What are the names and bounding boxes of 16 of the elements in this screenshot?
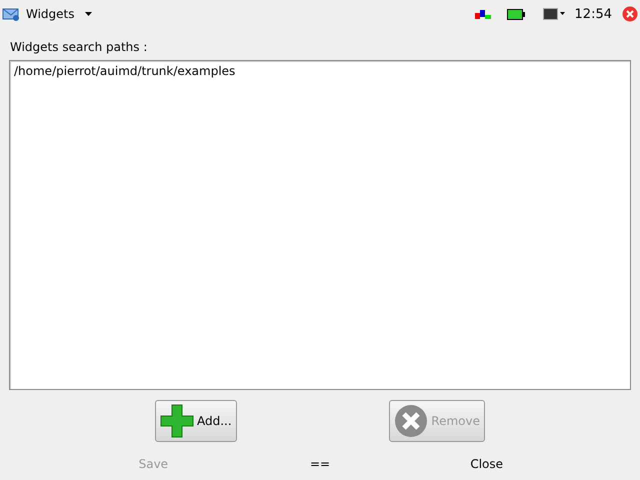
paths-label: Widgets search paths :	[10, 40, 148, 54]
clock: 12:54	[574, 6, 612, 22]
plus-icon	[160, 404, 194, 438]
close-icon[interactable]	[622, 6, 638, 22]
terminal-icon[interactable]	[542, 8, 565, 20]
add-button[interactable]: Add...	[155, 400, 237, 442]
dropdown-icon	[84, 12, 92, 16]
battery-icon	[506, 8, 525, 20]
app-menu[interactable]: Widgets	[2, 6, 92, 22]
envelope-icon	[2, 6, 20, 22]
close-icon	[394, 404, 428, 438]
softkey[interactable]: Close	[464, 456, 510, 472]
signal-icon	[474, 10, 491, 18]
softkey[interactable]: ==	[304, 456, 336, 472]
path-item[interactable]: /home/pierrot/auimd/trunk/examples	[14, 63, 626, 79]
app-title: Widgets	[26, 7, 75, 21]
